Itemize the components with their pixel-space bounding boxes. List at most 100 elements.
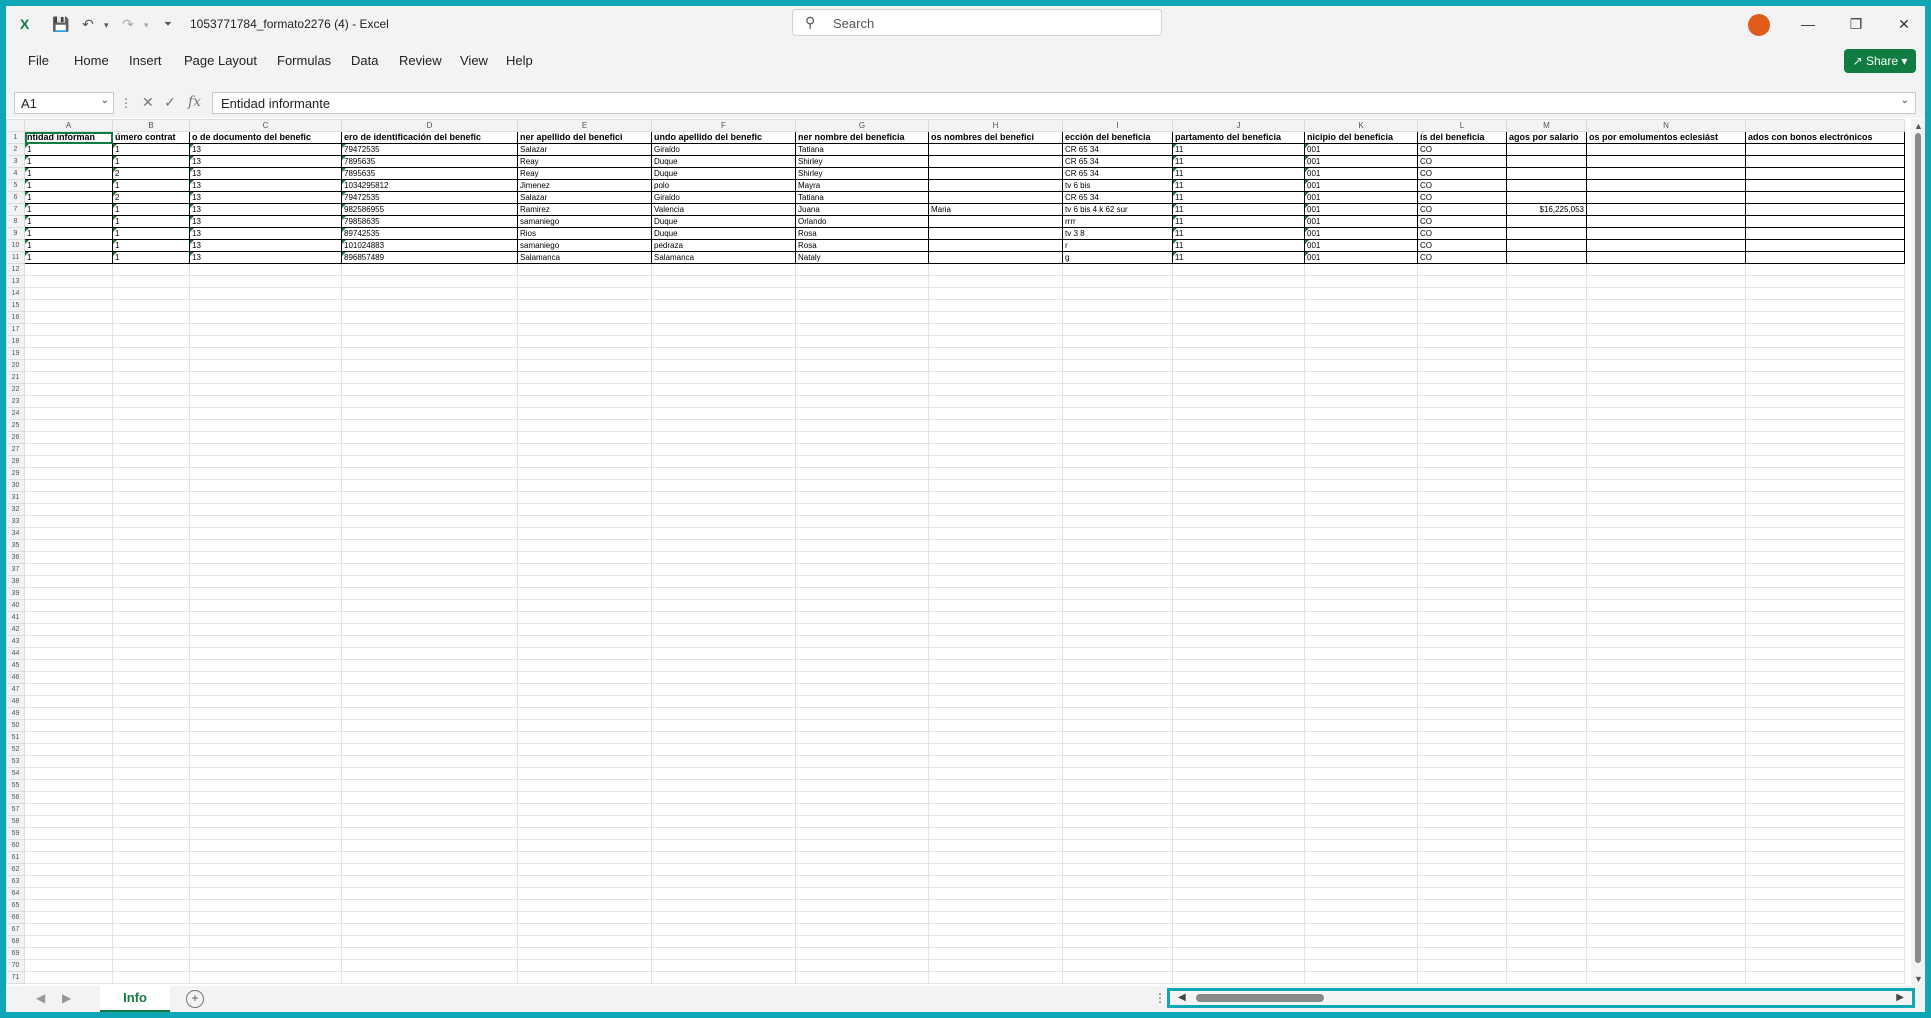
cell[interactable]	[1586, 743, 1746, 756]
row-header[interactable]: 51	[6, 731, 25, 744]
row-header[interactable]: 7	[6, 203, 25, 216]
cell[interactable]	[928, 947, 1063, 960]
cancel-icon[interactable]: ✕	[142, 94, 154, 111]
cell[interactable]	[1062, 743, 1173, 756]
cell[interactable]: ero de identificación del benefic	[341, 131, 518, 144]
cell[interactable]: Salamanca	[517, 251, 652, 264]
cell[interactable]	[1062, 719, 1173, 732]
cell[interactable]	[189, 599, 342, 612]
row-header[interactable]: 57	[6, 803, 25, 816]
cell[interactable]	[1062, 899, 1173, 912]
cell[interactable]	[1506, 263, 1587, 276]
cell[interactable]	[1172, 335, 1305, 348]
cell[interactable]	[112, 611, 190, 624]
cell[interactable]	[24, 743, 113, 756]
cell[interactable]	[1417, 383, 1507, 396]
cell[interactable]	[1586, 419, 1746, 432]
cell[interactable]	[341, 407, 518, 420]
cell[interactable]	[517, 467, 652, 480]
cell[interactable]	[1506, 659, 1587, 672]
cell[interactable]: 2	[112, 191, 190, 204]
cell[interactable]	[651, 515, 796, 528]
cell[interactable]: CR 65 34	[1062, 167, 1173, 180]
cell[interactable]	[112, 443, 190, 456]
cell[interactable]	[517, 911, 652, 924]
cell[interactable]	[1304, 359, 1418, 372]
row-header[interactable]: 48	[6, 695, 25, 708]
cell[interactable]: CO	[1417, 227, 1507, 240]
cell[interactable]	[1506, 851, 1587, 864]
cell[interactable]	[1304, 875, 1418, 888]
cell[interactable]	[1745, 299, 1905, 312]
cell[interactable]	[795, 527, 929, 540]
cell[interactable]	[1304, 923, 1418, 936]
cell[interactable]	[928, 143, 1063, 156]
cell[interactable]	[1304, 911, 1418, 924]
cell[interactable]	[928, 683, 1063, 696]
column-header[interactable]: B	[112, 119, 190, 132]
cell[interactable]: 1	[112, 251, 190, 264]
column-header[interactable]: H	[928, 119, 1063, 132]
cell[interactable]	[795, 311, 929, 324]
row-header[interactable]: 17	[6, 323, 25, 336]
row-header[interactable]: 25	[6, 419, 25, 432]
cell[interactable]	[1586, 215, 1746, 228]
cell[interactable]: 13	[189, 203, 342, 216]
row-header[interactable]: 44	[6, 647, 25, 660]
cell[interactable]	[1506, 839, 1587, 852]
cell[interactable]	[1417, 263, 1507, 276]
cell[interactable]	[1417, 899, 1507, 912]
cell[interactable]	[189, 563, 342, 576]
cell[interactable]	[1506, 911, 1587, 924]
cell[interactable]	[928, 887, 1063, 900]
cell[interactable]	[24, 575, 113, 588]
cell[interactable]: 1	[24, 179, 113, 192]
cell[interactable]: 13	[189, 227, 342, 240]
cell[interactable]	[1172, 719, 1305, 732]
cell[interactable]	[341, 659, 518, 672]
cell[interactable]: CO	[1417, 191, 1507, 204]
cell[interactable]	[1172, 863, 1305, 876]
cell[interactable]: 13	[189, 179, 342, 192]
cell[interactable]	[651, 335, 796, 348]
row-header[interactable]: 4	[6, 167, 25, 180]
cell[interactable]	[112, 623, 190, 636]
tab-formulas[interactable]: Formulas	[277, 53, 331, 68]
cell[interactable]	[1062, 311, 1173, 324]
cell[interactable]	[1586, 491, 1746, 504]
cell[interactable]	[341, 827, 518, 840]
row-header[interactable]: 13	[6, 275, 25, 288]
cell[interactable]	[1745, 347, 1905, 360]
cell[interactable]: 1	[112, 203, 190, 216]
cell[interactable]	[1304, 887, 1418, 900]
cell[interactable]	[517, 263, 652, 276]
cell[interactable]	[928, 335, 1063, 348]
cell[interactable]	[1304, 659, 1418, 672]
cell[interactable]	[1586, 599, 1746, 612]
restore-icon[interactable]: ❐	[1836, 12, 1876, 36]
row-header[interactable]: 9	[6, 227, 25, 240]
cell[interactable]	[795, 443, 929, 456]
cell[interactable]: Jimenez	[517, 179, 652, 192]
cell[interactable]	[1417, 611, 1507, 624]
cell[interactable]	[795, 611, 929, 624]
cell[interactable]	[1506, 419, 1587, 432]
row-header[interactable]: 58	[6, 815, 25, 828]
cell[interactable]	[1745, 191, 1905, 204]
cell[interactable]	[341, 755, 518, 768]
cell[interactable]	[341, 803, 518, 816]
cell[interactable]	[24, 935, 113, 948]
cell[interactable]: CO	[1417, 215, 1507, 228]
cell[interactable]	[189, 887, 342, 900]
cell[interactable]	[1417, 695, 1507, 708]
cell[interactable]	[24, 959, 113, 972]
cell[interactable]	[112, 887, 190, 900]
cell[interactable]	[1062, 479, 1173, 492]
cell[interactable]	[928, 527, 1063, 540]
cell[interactable]	[1745, 935, 1905, 948]
cell[interactable]	[341, 947, 518, 960]
cell[interactable]	[1586, 611, 1746, 624]
cell[interactable]	[1586, 467, 1746, 480]
cell[interactable]	[24, 347, 113, 360]
cell[interactable]	[189, 347, 342, 360]
